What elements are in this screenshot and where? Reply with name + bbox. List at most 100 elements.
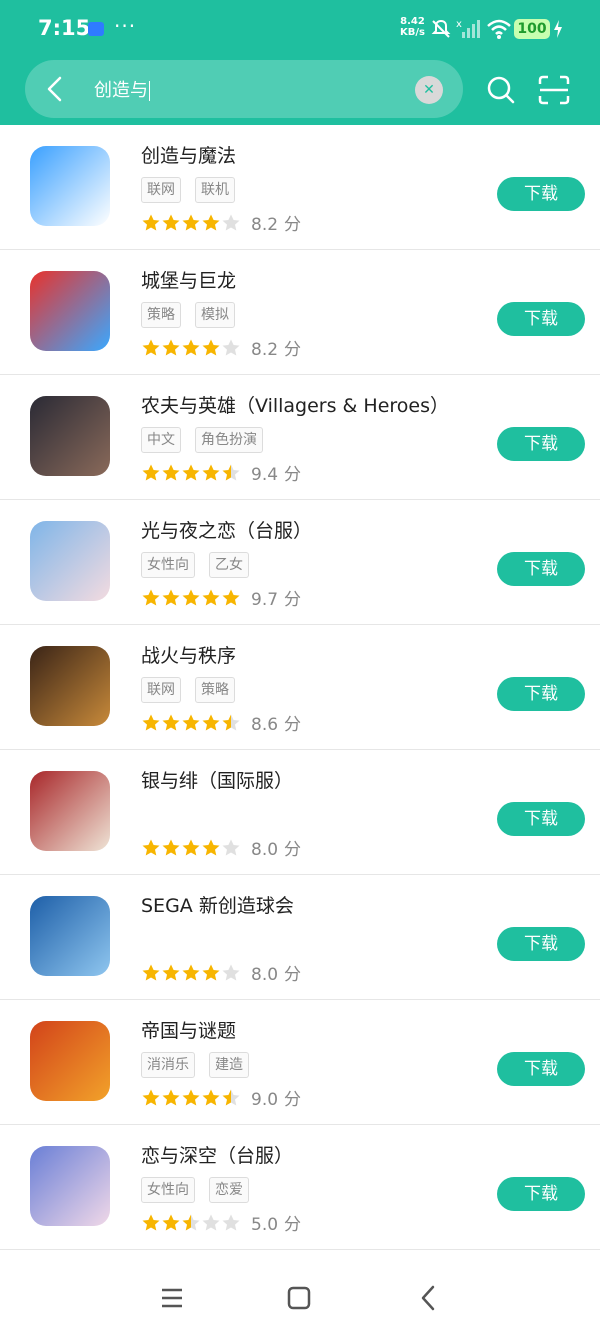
- search-input[interactable]: 创造与: [94, 76, 150, 102]
- app-row[interactable]: 恋与深空（台服） 女性向 恋爱 5.0 分 下载: [0, 1125, 600, 1250]
- app-rating: 8.2 分: [141, 210, 302, 235]
- app-score: 9.4 分: [251, 460, 301, 485]
- app-row[interactable]: SEGA 新创造球会 8.0 分 下载: [0, 875, 600, 1000]
- star-half-icon: [222, 464, 240, 481]
- nav-back-icon[interactable]: [416, 1284, 440, 1312]
- search-bar[interactable]: [25, 60, 463, 118]
- app-row[interactable]: 战火与秩序 联网 策略 8.6 分下载: [0, 625, 600, 750]
- castle-dragon-icon[interactable]: [30, 271, 110, 351]
- love-deepspace-icon[interactable]: [30, 1146, 110, 1226]
- star-filled-icon: [142, 1214, 160, 1231]
- app-name[interactable]: 城堡与巨龙: [141, 266, 236, 293]
- star-filled-icon: [182, 1089, 200, 1106]
- app-row[interactable]: 银与绯（国际服） 8.0 分 下载: [0, 750, 600, 875]
- star-filled-icon: [222, 589, 240, 606]
- creation-magic-icon[interactable]: [30, 146, 110, 226]
- app-score-unit: 分: [284, 215, 302, 235]
- app-tag: 中文: [141, 427, 181, 453]
- star-filled-icon: [182, 839, 200, 856]
- app-rating: 8.0 分: [141, 960, 301, 985]
- app-tag: 角色扮演: [195, 427, 263, 453]
- app-name[interactable]: 创造与魔法: [141, 141, 236, 168]
- app-row[interactable]: 创造与魔法 联网 联机 8.2 分下载: [0, 125, 600, 250]
- app-name[interactable]: 战火与秩序: [141, 641, 236, 668]
- star-filled-icon: [162, 339, 180, 356]
- star-rating: [141, 212, 241, 233]
- star-filled-icon: [162, 214, 180, 231]
- app-name[interactable]: 农夫与英雄（Villagers & Heroes）: [141, 391, 449, 418]
- network-speed-unit: KB/s: [400, 27, 425, 38]
- mute-icon: [431, 19, 451, 38]
- app-score: 9.7 分: [251, 585, 301, 610]
- app-score-value: 8.2: [251, 215, 279, 235]
- more-notifications-icon: ···: [114, 14, 137, 38]
- app-tags: 消消乐 建造: [141, 1052, 263, 1078]
- star-filled-icon: [202, 839, 220, 856]
- star-empty-icon: [222, 1214, 240, 1231]
- app-name[interactable]: 恋与深空（台服）: [141, 1141, 293, 1168]
- wifi-icon: [487, 19, 511, 39]
- app-tag: 女性向: [141, 1177, 195, 1203]
- battery-indicator: 100: [514, 19, 550, 39]
- star-filled-icon: [162, 1089, 180, 1106]
- scan-icon[interactable]: [537, 74, 571, 106]
- app-score: 9.0 分: [251, 1085, 301, 1110]
- app-rating: 9.7 分: [141, 585, 301, 610]
- star-filled-icon: [182, 964, 200, 981]
- star-half-icon: [182, 1214, 200, 1231]
- star-filled-icon: [182, 214, 200, 231]
- star-rating: [141, 1087, 241, 1108]
- app-tag: 恋爱: [209, 1177, 249, 1203]
- app-tag: 策略: [141, 302, 181, 328]
- home-icon[interactable]: [287, 1286, 311, 1310]
- star-rating: [141, 837, 241, 858]
- back-arrow-icon[interactable]: [40, 74, 70, 104]
- app-name[interactable]: SEGA 新创造球会: [141, 891, 294, 918]
- app-row[interactable]: 帝国与谜题消消乐 建造 9.0 分 下载: [0, 1000, 600, 1125]
- app-tags: 女性向 乙女: [141, 552, 263, 578]
- sega-football-icon[interactable]: [30, 896, 110, 976]
- download-button[interactable]: 下载: [497, 802, 585, 836]
- war-order-icon[interactable]: [30, 646, 110, 726]
- light-night-icon[interactable]: [30, 521, 110, 601]
- download-button[interactable]: 下载: [497, 427, 585, 461]
- status-time: 7:15: [38, 16, 91, 40]
- star-filled-icon: [182, 589, 200, 606]
- app-score-value: 8.2: [251, 340, 279, 360]
- download-button[interactable]: 下载: [497, 1052, 585, 1086]
- app-tag: 联网: [141, 677, 181, 703]
- empires-puzzles-icon[interactable]: [30, 1021, 110, 1101]
- star-filled-icon: [202, 464, 220, 481]
- star-filled-icon: [202, 1089, 220, 1106]
- app-rating: 5.0 分: [141, 1210, 301, 1235]
- app-tags: 联网 策略: [141, 677, 249, 703]
- star-filled-icon: [182, 339, 200, 356]
- download-button[interactable]: 下载: [497, 1177, 585, 1211]
- star-rating: [141, 337, 241, 358]
- download-button[interactable]: 下载: [497, 677, 585, 711]
- villagers-heroes-icon[interactable]: [30, 396, 110, 476]
- download-button[interactable]: 下载: [497, 552, 585, 586]
- download-button[interactable]: 下载: [497, 927, 585, 961]
- app-score-unit: 分: [284, 590, 302, 610]
- app-row[interactable]: 光与夜之恋（台服） 女性向 乙女 9.7 分 下载: [0, 500, 600, 625]
- star-rating: [141, 462, 241, 483]
- download-button[interactable]: 下载: [497, 177, 585, 211]
- download-button[interactable]: 下载: [497, 302, 585, 336]
- star-filled-icon: [142, 839, 160, 856]
- app-row[interactable]: 农夫与英雄（Villagers & Heroes） 中文 角色扮演 9.4 分 下载: [0, 375, 600, 500]
- app-name[interactable]: 光与夜之恋（台服）: [141, 516, 312, 543]
- app-name[interactable]: 帝国与谜题: [141, 1016, 236, 1043]
- search-icon[interactable]: [485, 74, 517, 106]
- app-rating: 8.2 分: [141, 335, 301, 360]
- menu-icon[interactable]: [160, 1286, 184, 1310]
- star-filled-icon: [142, 1089, 160, 1106]
- app-row[interactable]: 城堡与巨龙 策略 模拟 8.2 分下载: [0, 250, 600, 375]
- app-tag: 联机: [195, 177, 235, 203]
- star-empty-icon: [202, 1214, 220, 1231]
- status-bar: 7:15 ··· 8.42 KB/s x 100: [0, 0, 600, 60]
- star-filled-icon: [142, 589, 160, 606]
- silver-crimson-icon[interactable]: [30, 771, 110, 851]
- app-name[interactable]: 银与绯（国际服）: [141, 766, 293, 793]
- clear-search-button[interactable]: ✕: [415, 76, 443, 104]
